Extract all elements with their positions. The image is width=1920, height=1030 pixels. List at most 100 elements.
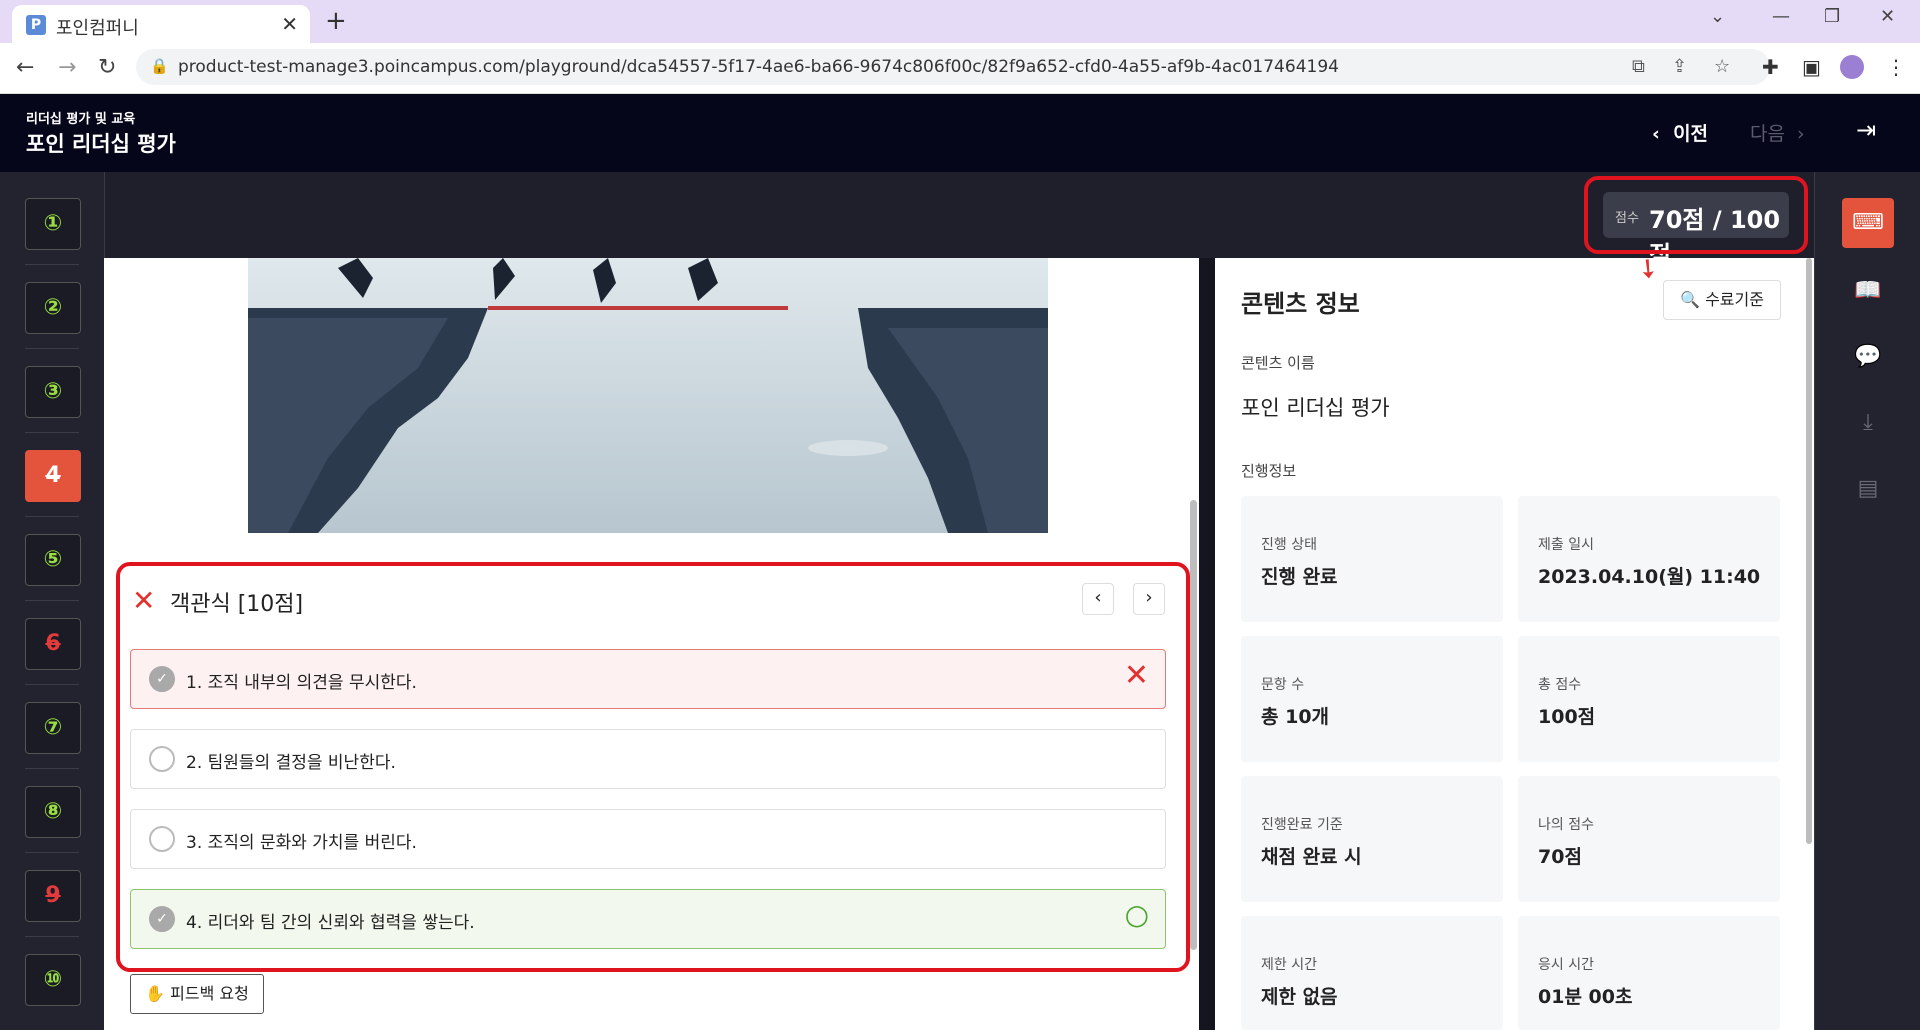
criteria-label: 수료기준 — [1705, 290, 1764, 309]
info-value: 100점 — [1538, 706, 1596, 728]
feedback-label: 피드백 요청 — [170, 984, 249, 1003]
content-scrollbar[interactable] — [1190, 500, 1197, 950]
info-value: 채점 완료 시 — [1261, 846, 1362, 868]
divider — [25, 600, 79, 601]
comment-icon[interactable]: ▤ — [1842, 464, 1894, 514]
browser-tab-bar: P 포인컴퍼니 ✕ + ⌄ — ❐ ✕ — [0, 0, 1920, 43]
app-header: 리더십 평가 및 교육 포인 리더십 평가 ‹ 이전 다음 › ⇥ — [0, 94, 1920, 172]
question-button-wrong[interactable]: 9 — [25, 870, 81, 922]
hand-wave-icon: ✋ — [145, 984, 166, 1003]
cliff-jump-illustration — [248, 258, 1048, 533]
question-button[interactable]: ③ — [25, 366, 81, 418]
info-value: 2023.04.10(월) 11:40 — [1538, 566, 1761, 588]
question-button[interactable]: ⑤ — [25, 534, 81, 586]
question-button[interactable]: ⑧ — [25, 786, 81, 838]
quiz-highlight-box — [116, 562, 1190, 972]
next-button[interactable]: 다음 › — [1750, 119, 1805, 146]
browser-tab[interactable]: P 포인컴퍼니 ✕ — [12, 5, 310, 43]
content-info-tab-icon[interactable]: ⌨ — [1842, 198, 1894, 248]
course-subtitle: 리더십 평가 및 교육 — [26, 112, 136, 127]
forward-icon[interactable]: → — [58, 55, 76, 80]
page-title: 포인 리더십 평가 — [26, 132, 176, 156]
divider — [25, 936, 79, 937]
close-tab-icon[interactable]: ✕ — [281, 12, 298, 36]
info-value: 70점 — [1538, 846, 1582, 868]
content-name-value: 포인 리더십 평가 — [1241, 396, 1390, 420]
close-window-icon[interactable]: ✕ — [1880, 6, 1895, 27]
info-key: 총 점수 — [1538, 677, 1582, 693]
reload-icon[interactable]: ↻ — [98, 55, 116, 80]
info-value: 총 10개 — [1261, 706, 1330, 728]
qna-icon[interactable]: 💬 — [1842, 332, 1894, 382]
info-card: 진행완료 기준 채점 완료 시 — [1241, 776, 1503, 902]
question-button-wrong[interactable]: 6 — [25, 618, 81, 670]
menu-dots-icon[interactable]: ⋮ — [1886, 55, 1906, 79]
progress-info-label: 진행정보 — [1241, 462, 1297, 480]
share-icon[interactable]: ⇪ — [1672, 56, 1687, 77]
question-button[interactable]: ⑦ — [25, 702, 81, 754]
info-card: 제한 시간 제한 없음 — [1241, 916, 1503, 1030]
question-button[interactable]: ⑩ — [25, 954, 81, 1006]
url-text: product-test-manage3.poincampus.com/play… — [178, 57, 1339, 77]
tab-title: 포인컴퍼니 — [56, 18, 139, 39]
prev-button[interactable]: ‹ 이전 — [1652, 119, 1708, 146]
divider — [25, 684, 79, 685]
feedback-request-button[interactable]: ✋ 피드백 요청 — [130, 974, 264, 1014]
question-button[interactable]: ② — [25, 282, 81, 334]
lock-icon: 🔒 — [150, 57, 169, 75]
favicon-icon: P — [26, 15, 46, 35]
question-button[interactable]: ① — [25, 198, 81, 250]
content-name-label: 콘텐츠 이름 — [1241, 354, 1315, 372]
prev-label: 이전 — [1673, 123, 1709, 145]
divider — [25, 768, 79, 769]
info-value: 제한 없음 — [1261, 986, 1338, 1008]
new-tab-icon[interactable]: + — [325, 6, 347, 36]
info-key: 문항 수 — [1261, 677, 1305, 693]
bookmark-star-icon[interactable]: ☆ — [1714, 56, 1730, 77]
score-band — [104, 172, 1814, 258]
download-icon[interactable]: ⤓ — [1842, 398, 1894, 448]
info-value: 01분 00초 — [1538, 986, 1633, 1008]
tab-search-icon[interactable]: ⌄ — [1710, 6, 1725, 27]
info-card: 제출 일시 2023.04.10(월) 11:40 — [1518, 496, 1780, 622]
search-icon: 🔍 — [1680, 290, 1700, 309]
question-illustration — [248, 258, 1048, 533]
info-key: 제한 시간 — [1261, 957, 1317, 973]
info-card: 총 점수 100점 — [1518, 636, 1780, 762]
completion-criteria-button[interactable]: 🔍 수료기준 — [1663, 280, 1781, 320]
side-panel-icon[interactable]: ▣ — [1802, 55, 1821, 79]
exit-icon[interactable]: ⇥ — [1856, 116, 1876, 144]
content-info-title: 콘텐츠 정보 — [1241, 290, 1360, 318]
info-key: 진행완료 기준 — [1261, 817, 1343, 833]
info-card: 문항 수 총 10개 — [1241, 636, 1503, 762]
divider — [25, 432, 79, 433]
info-card: 진행 상태 진행 완료 — [1241, 496, 1503, 622]
info-key: 제출 일시 — [1538, 537, 1594, 553]
address-bar: ← → ↻ 🔒 product-test-manage3.poincampus.… — [0, 43, 1920, 94]
chevron-right-icon: › — [1784, 123, 1805, 145]
info-card: 나의 점수 70점 — [1518, 776, 1780, 902]
divider — [25, 516, 79, 517]
back-icon[interactable]: ← — [16, 55, 34, 80]
chevron-left-icon: ‹ — [1652, 123, 1674, 145]
info-key: 나의 점수 — [1538, 817, 1594, 833]
profile-avatar[interactable] — [1840, 55, 1864, 79]
next-label: 다음 — [1750, 123, 1785, 145]
info-key: 진행 상태 — [1261, 537, 1317, 553]
minimize-icon[interactable]: — — [1772, 6, 1790, 27]
pane-divider[interactable] — [1199, 258, 1215, 1030]
restore-icon[interactable]: ❐ — [1824, 6, 1840, 27]
book-icon[interactable]: 📖 — [1842, 266, 1894, 316]
score-highlight-box — [1584, 176, 1808, 254]
info-card: 응시 시간 01분 00초 — [1518, 916, 1780, 1030]
extensions-icon[interactable]: ✚ — [1762, 55, 1779, 79]
divider — [25, 852, 79, 853]
info-key: 응시 시간 — [1538, 957, 1594, 973]
divider — [25, 348, 79, 349]
url-field[interactable]: 🔒 product-test-manage3.poincampus.com/pl… — [136, 49, 1770, 85]
info-value: 진행 완료 — [1261, 566, 1338, 588]
panel-scrollbar[interactable] — [1806, 258, 1812, 844]
open-external-icon[interactable]: ⧉ — [1632, 56, 1645, 77]
divider — [25, 264, 79, 265]
question-button-active[interactable]: 4 — [25, 450, 81, 502]
